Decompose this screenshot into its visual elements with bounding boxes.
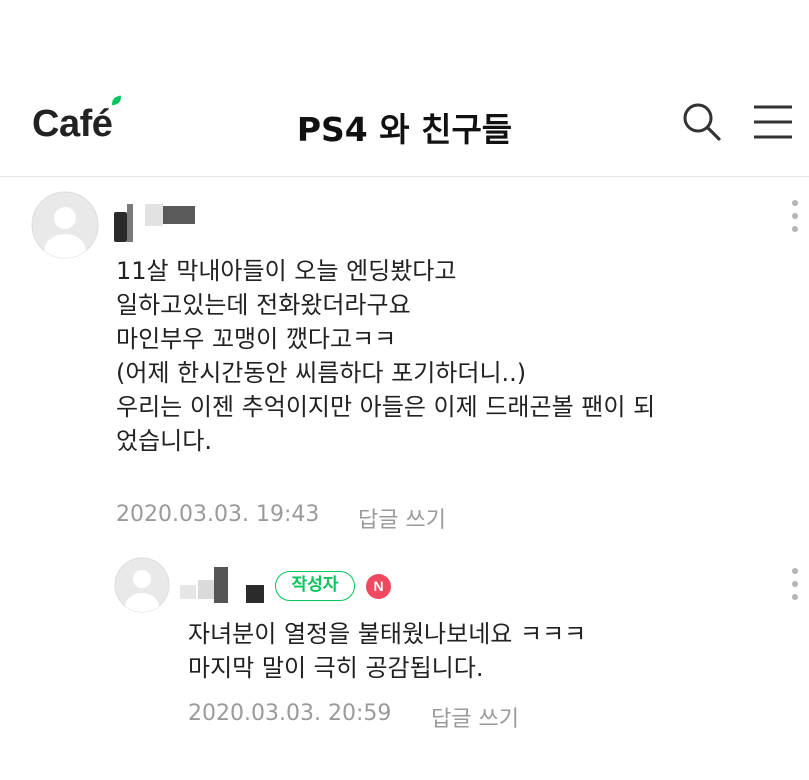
more-options-icon[interactable] [791, 199, 799, 233]
reply-button[interactable]: 답글 쓰기 [358, 502, 446, 534]
reply-line: 자녀분이 열정을 불태웠나보네요 ㅋㅋㅋ [188, 620, 587, 648]
app-header: Café PS4 와 친구들 [0, 70, 809, 177]
reply-line: 마지막 말이 극히 공감됩니다. [188, 654, 484, 682]
more-options-icon[interactable] [791, 567, 799, 601]
author-badge: 작성자 [275, 571, 355, 601]
comment-line: 었습니다. [116, 427, 212, 455]
comment-line: (어제 한시간동안 씨름하다 포기하더니..) [116, 359, 527, 387]
comment-line: 11살 막내아들이 오늘 엔딩봤다고 [116, 257, 457, 285]
avatar[interactable] [114, 557, 170, 613]
search-icon[interactable] [682, 102, 722, 142]
comment-line: 일하고있는데 전화왔더라구요 [116, 291, 411, 319]
reply-timestamp: 2020.03.03. 20:59 [188, 701, 392, 726]
comment-timestamp: 2020.03.03. 19:43 [116, 502, 320, 527]
hamburger-menu-icon[interactable] [752, 104, 794, 140]
avatar[interactable] [31, 191, 99, 259]
reply-button[interactable]: 답글 쓰기 [431, 701, 519, 733]
reply-body: 자녀분이 열정을 불태웠나보네요 ㅋㅋㅋ 마지막 말이 극히 공감됩니다. [188, 617, 586, 685]
new-badge: N [366, 574, 391, 599]
comment-line: 마인부우 꼬맹이 깼다고ㅋㅋ [116, 325, 397, 353]
comment-body: 11살 막내아들이 오늘 엔딩봤다고일하고있는데 전화왔더라구요마인부우 꼬맹이… [116, 254, 655, 458]
comment-line: 우리는 이젠 추억이지만 아들은 이제 드래곤볼 팬이 되 [116, 393, 656, 421]
